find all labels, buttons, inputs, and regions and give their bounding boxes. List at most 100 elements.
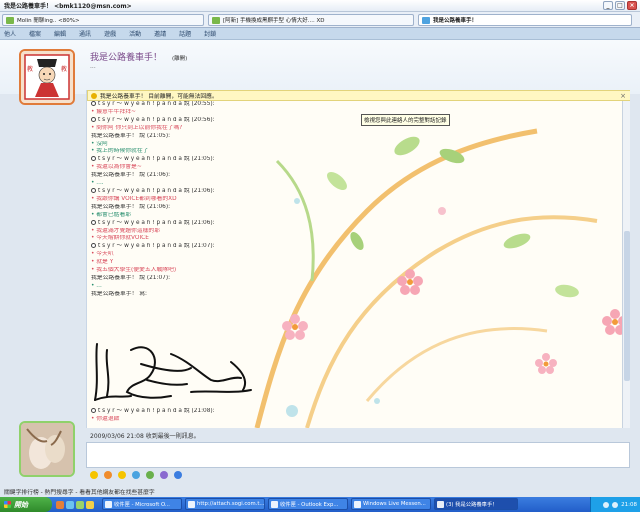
away-notice-text: 我是公路養車手！ 目前離開，可能無法回應。 <box>100 94 218 100</box>
menu-item-activities[interactable]: 活動 <box>129 29 141 38</box>
panda-emoticon-icon <box>91 187 96 193</box>
contact-status-icon <box>422 17 430 24</box>
conversation-tabs: Molin 閒聊ing.. <80%> [阿新] 手機換成黑麒手型 心情大好..… <box>0 12 640 28</box>
panda-emoticon-icon <box>91 156 96 162</box>
contact-header <box>0 40 640 94</box>
taskbar-button-outlook[interactable]: 收件匣 - Microsoft O... <box>102 498 182 510</box>
panda-emoticon-icon <box>91 101 96 106</box>
taskbar-button-browser[interactable]: http://attach.sogi.com.t... <box>185 498 265 510</box>
message-line: • 我跟你講 VOICE都到哪看的XD <box>91 195 177 202</box>
panda-emoticon-icon <box>91 116 96 122</box>
svg-text:教: 教 <box>61 65 67 73</box>
close-button[interactable]: × <box>627 1 637 10</box>
message-line: • 今天嚐餅你就VOICE <box>91 235 149 242</box>
ie-icon[interactable] <box>66 500 74 509</box>
windows-taskbar: 開始 收件匣 - Microsoft O... http://attach.so… <box>0 497 640 512</box>
tab-label: 我是公路養車手！ <box>433 18 478 24</box>
message-header: t s y r ～ w y e a h ! p a n d a 說 (21:07… <box>91 243 291 251</box>
close-notice-button[interactable]: × <box>620 92 626 100</box>
message-header: t s y r ～ w y e a h ! p a n d a 說 (21:06… <box>91 187 291 196</box>
outlook-express-icon <box>271 501 278 508</box>
message-header: t s y r ～ w y e a h ! p a n d a 說 (20:55… <box>91 101 291 109</box>
taskbar-button-outlook-express[interactable]: 收件匣 - Outlook Exp... <box>268 498 348 510</box>
font-icon[interactable] <box>160 470 168 479</box>
message-header: 我是公路養車手！ 寫: <box>91 290 147 297</box>
tab-conversation-1[interactable]: Molin 閒聊ing.. <80%> <box>2 14 204 26</box>
tab-label: Molin 閒聊ing.. <80%> <box>17 18 80 24</box>
messenger-icon <box>354 501 361 508</box>
nudge-icon[interactable] <box>104 470 112 479</box>
folder-icon[interactable] <box>86 500 94 509</box>
start-button[interactable]: 開始 <box>0 497 52 512</box>
last-message-block: t s y r ～ w y e a h ! p a n d a 說 (21:08… <box>91 408 291 424</box>
message-line: • 饅意牛牛拜拜~ <box>91 108 136 115</box>
gift-icon[interactable] <box>146 470 154 479</box>
message-line: • 就是 Y <box>91 259 114 266</box>
menu-bar: 他人 檔案 編輯 通訊 遊戲 活動 邀請 話題 封鎖 <box>0 28 640 40</box>
tab-conversation-3[interactable]: 我是公路養車手！ <box>418 14 632 26</box>
my-avatar-image <box>21 423 73 475</box>
contact-name: 我是公路養車手！ <box>90 53 163 63</box>
message-line: • .... <box>91 180 104 187</box>
window-controls: _ □ × <box>603 1 637 10</box>
contact-status-icon <box>212 17 220 24</box>
message-header: t s y r ～ w y e a h ! p a n d a 說 (20:56… <box>91 116 291 125</box>
contact-avatar[interactable]: 教 教 <box>19 49 75 105</box>
emoticon-icon[interactable] <box>90 470 98 479</box>
message-header: 我是公路養車手！ 說 (21:05): <box>91 132 171 139</box>
taskbar-button-conversation[interactable]: (3) 我是公路養車手！ <box>434 498 518 510</box>
my-avatar[interactable] <box>19 421 75 477</box>
menu-item-block[interactable]: 封鎖 <box>204 29 216 38</box>
contact-personal-message: ... <box>90 63 96 70</box>
message-header: t s y r ～ w y e a h ! p a n d a 說 (21:06… <box>91 219 291 228</box>
volume-icon[interactable] <box>612 501 619 508</box>
window-titlebar: 我是公路養車手！ <bmk1120@msn.com> _ □ × <box>0 0 640 12</box>
message-line: • 我還滿才覺題你這樣的耶 <box>91 227 161 234</box>
warning-icon <box>91 93 97 99</box>
panda-emoticon-icon <box>91 219 96 225</box>
message-line: • 我上的時候你就在了 <box>91 148 149 155</box>
windows-logo-icon <box>4 501 11 508</box>
maximize-button[interactable]: □ <box>615 1 625 10</box>
last-received-status: 2009/03/06 21:08 收到最後一則訊息。 <box>90 433 200 440</box>
conversation-history[interactable]: 我是公路養車手！ 目前離開，可能無法回應。 × 檢視您與此連絡人的完整對話記錄 … <box>86 90 630 428</box>
message-input[interactable] <box>86 442 630 468</box>
wink-icon[interactable] <box>118 470 126 479</box>
system-tray: 21:08 <box>590 497 640 512</box>
handwritten-ink-drawing <box>94 343 252 401</box>
network-icon[interactable] <box>603 501 610 508</box>
taskbar-button-messenger[interactable]: Windows Live Messen... <box>351 498 431 510</box>
desktop-icon[interactable] <box>76 500 84 509</box>
outlook-icon <box>105 501 112 508</box>
menu-item-file[interactable]: 檔案 <box>29 29 41 38</box>
contact-status-icon <box>6 17 14 24</box>
message-line: • 都會已骷看耶 <box>91 211 132 218</box>
messenger-icon <box>437 501 444 508</box>
panda-emoticon-icon <box>91 408 96 413</box>
firefox-icon[interactable] <box>56 500 64 509</box>
menu-item-games[interactable]: 遊戲 <box>104 29 116 38</box>
message-line: • 沒阿 <box>91 140 108 147</box>
minimize-button[interactable]: _ <box>603 1 613 10</box>
menu-item-invite[interactable]: 邀請 <box>154 29 166 38</box>
quick-launch <box>56 500 94 509</box>
contact-status: (離開) <box>172 56 188 62</box>
tab-conversation-2[interactable]: [阿新] 手機換成黑麒手型 心情大好.... XD <box>208 14 414 26</box>
background-icon[interactable] <box>132 470 140 479</box>
scrollbar-thumb[interactable] <box>624 231 630 381</box>
message-line: • 我還以為你會是~ <box>91 164 142 171</box>
tab-label: [阿新] 手機換成黑麒手型 心情大好.... XD <box>223 18 325 24</box>
promo-link[interactable]: 關鍵字排行榜 - 熱門搜尋字 - 看看其他網友都在找些甚麼字 <box>4 487 155 496</box>
message-header: 我是公路養車手！ 說 (21:06): <box>91 172 171 179</box>
menu-item-people[interactable]: 他人 <box>4 29 16 38</box>
message-line: • 今天叭 <box>91 251 114 258</box>
input-toolbar <box>90 469 182 480</box>
message-list: t s y r ～ w y e a h ! p a n d a 說 (20:55… <box>91 101 291 299</box>
message-header: t s y r ～ w y e a h ! p a n d a 說 (21:05… <box>91 156 291 164</box>
message-line: • 問你阿 你只到上以前你我在了嗎? <box>91 124 183 131</box>
menu-item-topic[interactable]: 話題 <box>179 29 191 38</box>
menu-item-edit[interactable]: 編輯 <box>54 29 66 38</box>
conversation-scrollbar[interactable] <box>622 101 630 428</box>
handwriting-icon[interactable] <box>174 470 182 479</box>
menu-item-call[interactable]: 通訊 <box>79 29 91 38</box>
